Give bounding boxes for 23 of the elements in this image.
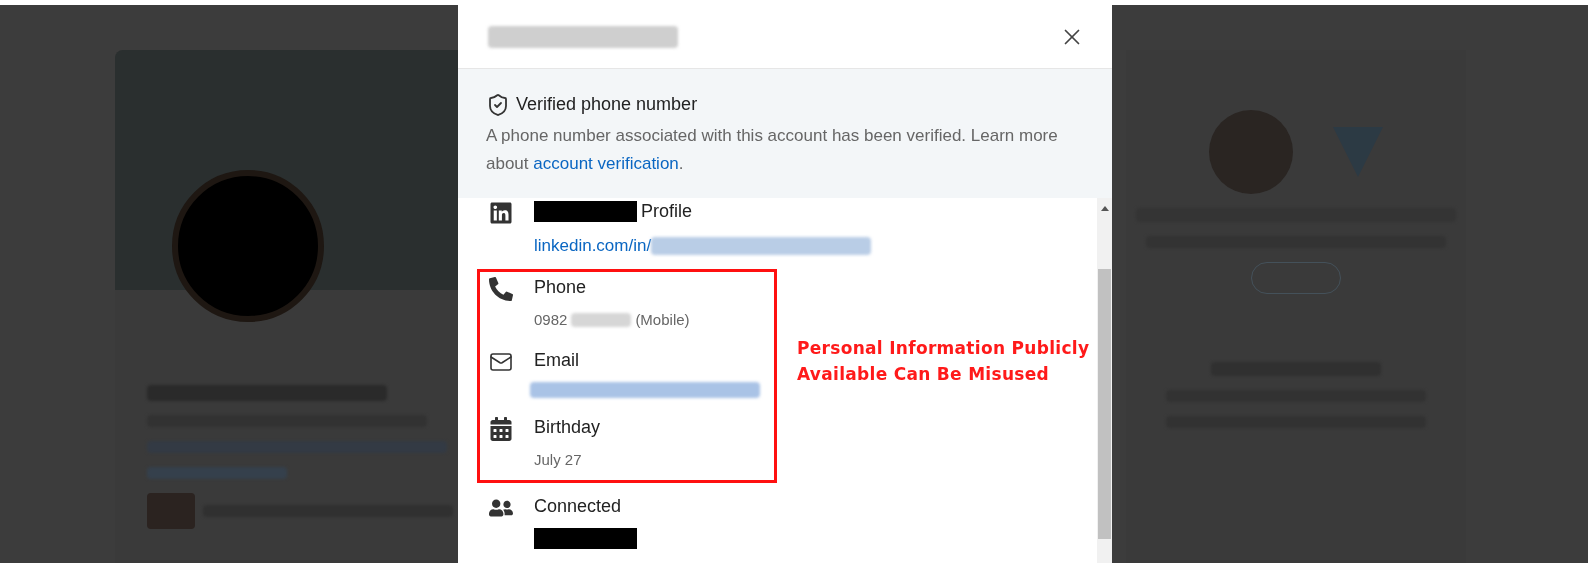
blurred-text <box>571 312 632 327</box>
phone-icon <box>489 276 513 301</box>
item-label: Email <box>534 349 579 372</box>
avatar <box>147 493 195 529</box>
verified-title: Verified phone number <box>516 93 698 116</box>
scrollbar[interactable] <box>1097 198 1112 563</box>
item-label: Profile <box>641 200 693 223</box>
scroll-up-icon <box>1100 206 1109 211</box>
linkedin-icon <box>489 201 513 225</box>
scrollbar-thumb[interactable] <box>1098 269 1111 539</box>
item-label: Phone <box>534 275 587 299</box>
item-label: Connected <box>534 494 622 518</box>
verification-link[interactable]: account verification <box>533 154 679 173</box>
phone-type: (Mobile) <box>635 309 690 330</box>
birthday-date: July 27 <box>534 450 583 470</box>
item-label: Birthday <box>534 416 601 439</box>
profile-link[interactable]: linkedin.com/in/ <box>534 233 652 259</box>
mail-icon <box>489 350 513 374</box>
verified-description: A phone number associated with this account has been verified. Learn more about account verification. <box>486 125 1059 175</box>
shield-check-icon <box>486 92 510 117</box>
warning-annotation: Personal Information Publicly Available Can Be Misused <box>797 336 1091 386</box>
calendar-icon <box>489 417 513 441</box>
phone-number: 0982 <box>534 309 568 330</box>
